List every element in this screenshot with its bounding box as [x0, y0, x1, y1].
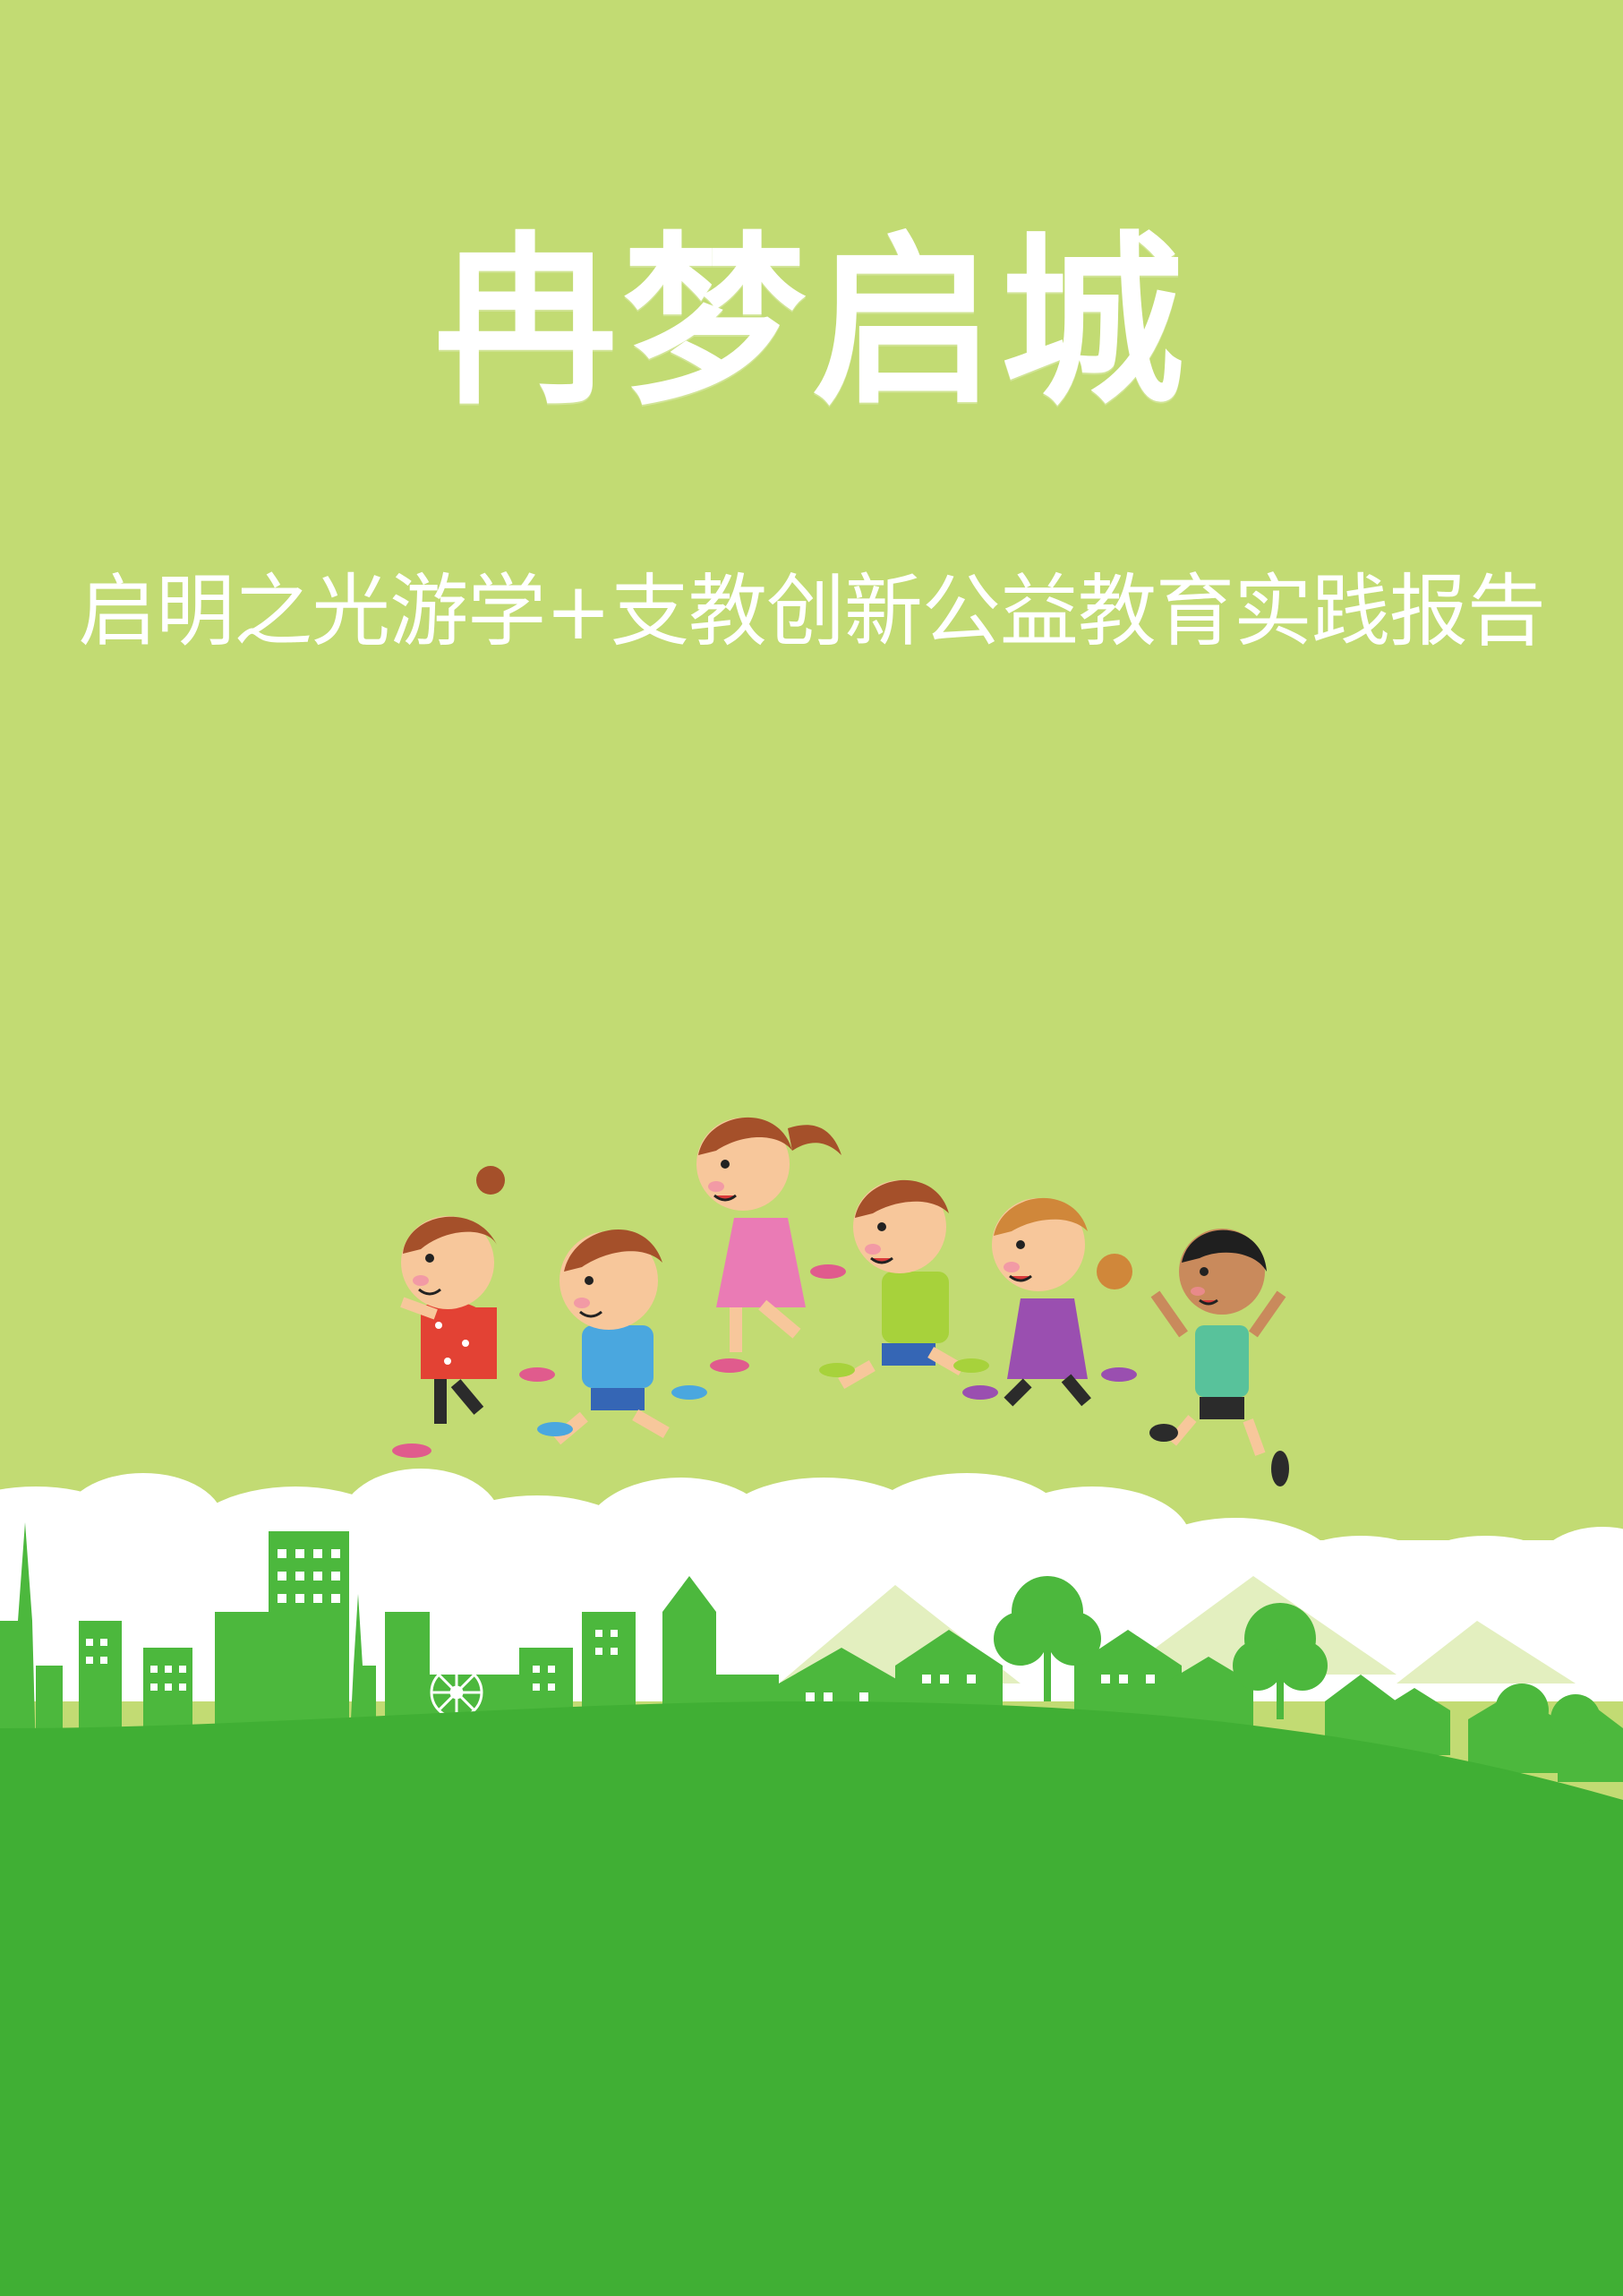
teal-shirt-boy-icon [1149, 1229, 1289, 1486]
blue-shirt-boy-icon [537, 1229, 707, 1445]
ferris-wheel-icon [430, 1666, 483, 1719]
cover-page: 冉梦启城 启明之光游学+支教创新公益教育实践报告 [0, 0, 1623, 2296]
ground [0, 1701, 1623, 2296]
purple-dress-girl-icon [962, 1197, 1137, 1407]
pink-dress-girl-icon [696, 1117, 846, 1373]
red-dress-girl-icon [392, 1166, 555, 1458]
green-shirt-boy-icon [819, 1179, 989, 1390]
cover-illustration [0, 1117, 1623, 2296]
